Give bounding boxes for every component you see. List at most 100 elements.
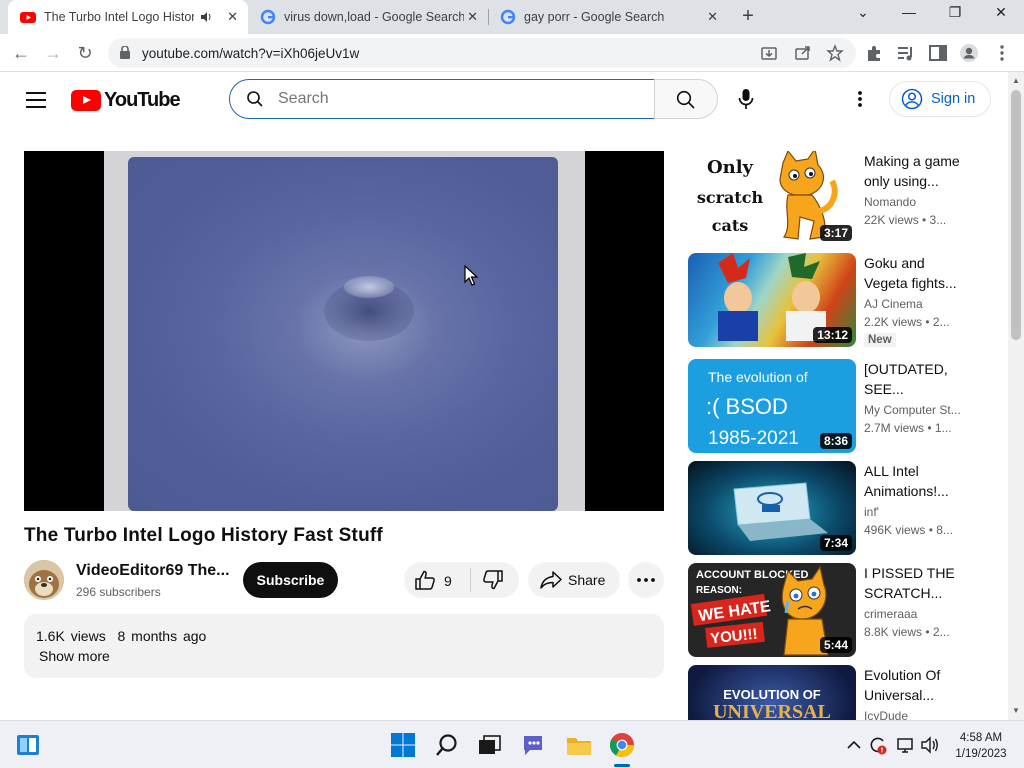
thumbnail-scratch-blocked[interactable]: ACCOUNT BLOCKED REASON: WE HATE YOU!!! 5… — [688, 563, 856, 657]
recommendation-channel[interactable]: inf' — [864, 505, 879, 519]
recommendation-title[interactable]: ALL Intel Animations!... — [864, 461, 974, 501]
windows-start-icon[interactable] — [390, 732, 416, 758]
forward-arrow-icon[interactable]: → — [42, 42, 64, 64]
recommendation-title[interactable]: Making a game only using... — [864, 151, 974, 191]
logo-text: YouTube — [104, 89, 181, 111]
svg-text:The evolution of: The evolution of — [708, 369, 808, 385]
address-bar[interactable]: youtube.com/watch?v=iXh06jeUv1w — [108, 38, 856, 68]
install-app-icon[interactable] — [760, 44, 778, 62]
clock-time: 4:58 AM — [959, 732, 1003, 744]
recommendation-item[interactable]: 13:12 Goku and Vegeta fights... AJ Cinema… — [688, 253, 988, 347]
view-stats: 1.6K views 8 months ago — [36, 628, 206, 644]
tab-google-search-2[interactable]: gay porr - Google Search ✕ — [488, 0, 728, 34]
thumbnail-bsod[interactable]: The evolution of :( BSOD 1985-2021 8:36 — [688, 359, 856, 453]
search-icon[interactable] — [434, 732, 460, 758]
thumbs-up-icon[interactable] — [414, 570, 436, 590]
recommendation-stats: 2.7M views • 1... — [864, 421, 952, 435]
show-hidden-icons-chevron-icon[interactable] — [844, 735, 864, 755]
scroll-up-icon[interactable]: ▲ — [1012, 76, 1020, 85]
title-line: Vegeta fights... — [864, 275, 957, 291]
thumbnail-intel-animations[interactable]: 7:34 — [688, 461, 856, 555]
tab-google-search-1[interactable]: virus down,load - Google Search ✕ — [248, 0, 488, 34]
search-input[interactable] — [278, 88, 638, 110]
recommendation-title[interactable]: Goku and Vegeta fights... — [864, 253, 974, 293]
side-panel-icon[interactable] — [928, 43, 948, 63]
search-box[interactable] — [229, 79, 655, 119]
thumbs-down-icon[interactable] — [482, 570, 504, 590]
sign-in-button[interactable]: Sign in — [889, 81, 991, 117]
share-button[interactable]: Share — [528, 562, 620, 598]
bookmark-star-icon[interactable] — [826, 44, 844, 62]
title-line: only using... — [864, 173, 939, 189]
recommendation-item[interactable]: 7:34 ALL Intel Animations!... inf' 496K v… — [688, 461, 988, 555]
widgets-icon[interactable] — [16, 733, 40, 757]
search-button[interactable] — [654, 79, 718, 119]
recommendation-title[interactable]: Evolution Of Universal... — [864, 665, 974, 705]
thumbnail-scratch-cats[interactable]: Only scratch cats 3:17 — [688, 151, 856, 245]
page-scrollbar[interactable]: ▲ ▼ — [1008, 72, 1024, 720]
title-line: Goku and — [864, 255, 925, 271]
system-clock[interactable]: 4:58 AM 1/19/2023 — [946, 730, 1016, 762]
close-window-button[interactable]: ✕ — [988, 4, 1014, 26]
recommendation-item[interactable]: Only scratch cats 3:17 Making a game only… — [688, 151, 988, 245]
more-actions-button[interactable] — [628, 562, 664, 598]
settings-kebab-icon[interactable] — [850, 89, 870, 109]
show-more-link[interactable]: Show more — [39, 648, 110, 664]
update-alert-icon[interactable] — [868, 735, 888, 755]
channel-avatar[interactable] — [24, 560, 64, 600]
thumbnail-goku-vegeta[interactable]: 13:12 — [688, 253, 856, 347]
svg-text:1985-2021: 1985-2021 — [708, 428, 799, 449]
volume-icon[interactable] — [920, 735, 940, 755]
recommendation-channel[interactable]: crimeraaa — [864, 607, 917, 621]
title-line: ALL Intel — [864, 463, 919, 479]
recommendation-title[interactable]: I PISSED THE SCRATCH... — [864, 563, 974, 603]
scrollbar-thumb[interactable] — [1011, 90, 1021, 340]
task-view-icon[interactable] — [476, 732, 502, 758]
restore-button[interactable]: ❐ — [942, 4, 968, 26]
video-player[interactable] — [24, 151, 664, 511]
lock-icon[interactable] — [120, 46, 130, 59]
chrome-active-indicator — [614, 764, 630, 767]
recommendation-item[interactable]: EVOLUTION OF UNIVERSAL Evolution Of Unive… — [688, 665, 988, 720]
network-icon[interactable] — [896, 735, 916, 755]
search-icon — [676, 90, 695, 109]
minimize-button[interactable]: — — [896, 4, 922, 26]
recommendation-title[interactable]: [OUTDATED, SEE... — [864, 359, 974, 399]
media-controls-icon[interactable] — [896, 43, 916, 63]
scroll-down-icon[interactable]: ▼ — [1012, 706, 1020, 715]
title-line: I PISSED THE — [864, 565, 955, 581]
recommendation-item[interactable]: The evolution of :( BSOD 1985-2021 8:36 … — [688, 359, 988, 453]
recommendation-channel[interactable]: My Computer St... — [864, 403, 961, 417]
recommendation-item[interactable]: ACCOUNT BLOCKED REASON: WE HATE YOU!!! 5… — [688, 563, 988, 657]
voice-search-button[interactable] — [726, 79, 766, 119]
recommendation-channel[interactable]: AJ Cinema — [864, 297, 923, 311]
reload-icon[interactable]: ↻ — [74, 42, 96, 64]
subscriber-count: 296 subscribers — [76, 585, 161, 599]
channel-name[interactable]: VideoEditor69 The... — [76, 562, 230, 580]
tab-youtube[interactable]: The Turbo Intel Logo History ✕ — [8, 0, 248, 34]
profile-avatar-icon[interactable] — [959, 43, 979, 63]
recommendation-stats: 8.8K views • 2... — [864, 625, 950, 639]
teams-chat-icon[interactable] — [520, 732, 546, 758]
speaker-icon[interactable] — [200, 11, 212, 23]
subscribe-button[interactable]: Subscribe — [243, 562, 338, 598]
chrome-icon[interactable] — [609, 732, 635, 758]
chrome-menu-icon[interactable] — [992, 43, 1012, 63]
svg-text:EVOLUTION OF: EVOLUTION OF — [723, 687, 821, 702]
new-tab-button[interactable]: + — [738, 6, 758, 26]
extensions-puzzle-icon[interactable] — [864, 43, 884, 63]
back-arrow-icon[interactable]: ← — [10, 42, 32, 64]
google-favicon-icon — [500, 9, 516, 25]
close-tab-icon[interactable]: ✕ — [227, 9, 238, 25]
close-tab-icon[interactable]: ✕ — [707, 9, 718, 25]
close-tab-icon[interactable]: ✕ — [467, 9, 478, 25]
file-explorer-icon[interactable] — [566, 732, 592, 758]
youtube-logo[interactable]: YouTube — [71, 89, 181, 112]
hamburger-menu-icon[interactable] — [26, 92, 46, 108]
description-box[interactable]: 1.6K views 8 months ago Show more — [24, 614, 664, 678]
tab-search-chevron-icon[interactable]: ⌄ — [850, 4, 876, 26]
recommendation-channel[interactable]: Nomando — [864, 195, 916, 209]
recommendation-channel[interactable]: IcyDude — [864, 709, 908, 720]
share-page-icon[interactable] — [794, 44, 812, 62]
thumbnail-universal[interactable]: EVOLUTION OF UNIVERSAL — [688, 665, 856, 720]
